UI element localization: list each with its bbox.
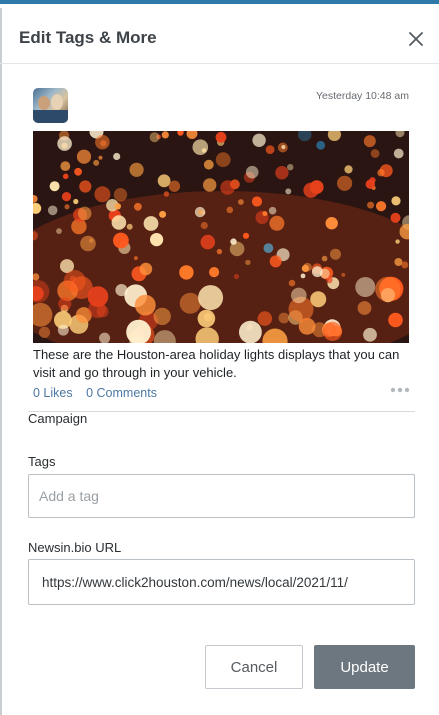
edit-tags-dialog: Edit Tags & More Yesterday 10:48 am Thes… (0, 0, 439, 715)
comments-link[interactable]: 0 Comments (86, 386, 157, 400)
dialog-header: Edit Tags & More (0, 8, 439, 64)
dialog-left-edge (0, 8, 2, 715)
post-stats: 0 Likes 0 Comments (33, 386, 167, 400)
tags-label: Tags (28, 454, 56, 469)
dialog-title: Edit Tags & More (19, 28, 157, 47)
url-label: Newsin.bio URL (28, 540, 122, 555)
update-button[interactable]: Update (314, 645, 415, 689)
likes-link[interactable]: 0 Likes (33, 386, 73, 400)
url-input[interactable] (28, 559, 415, 605)
tags-input[interactable] (28, 474, 415, 518)
campaign-label: Campaign (28, 411, 88, 426)
avatar (33, 88, 68, 123)
more-dots-icon[interactable] (389, 383, 411, 397)
close-icon[interactable] (405, 28, 427, 50)
post-image (33, 131, 409, 343)
post-caption: These are the Houston-area holiday light… (33, 347, 400, 380)
cancel-button[interactable]: Cancel (205, 645, 303, 689)
post-timestamp: Yesterday 10:48 am (315, 90, 409, 102)
